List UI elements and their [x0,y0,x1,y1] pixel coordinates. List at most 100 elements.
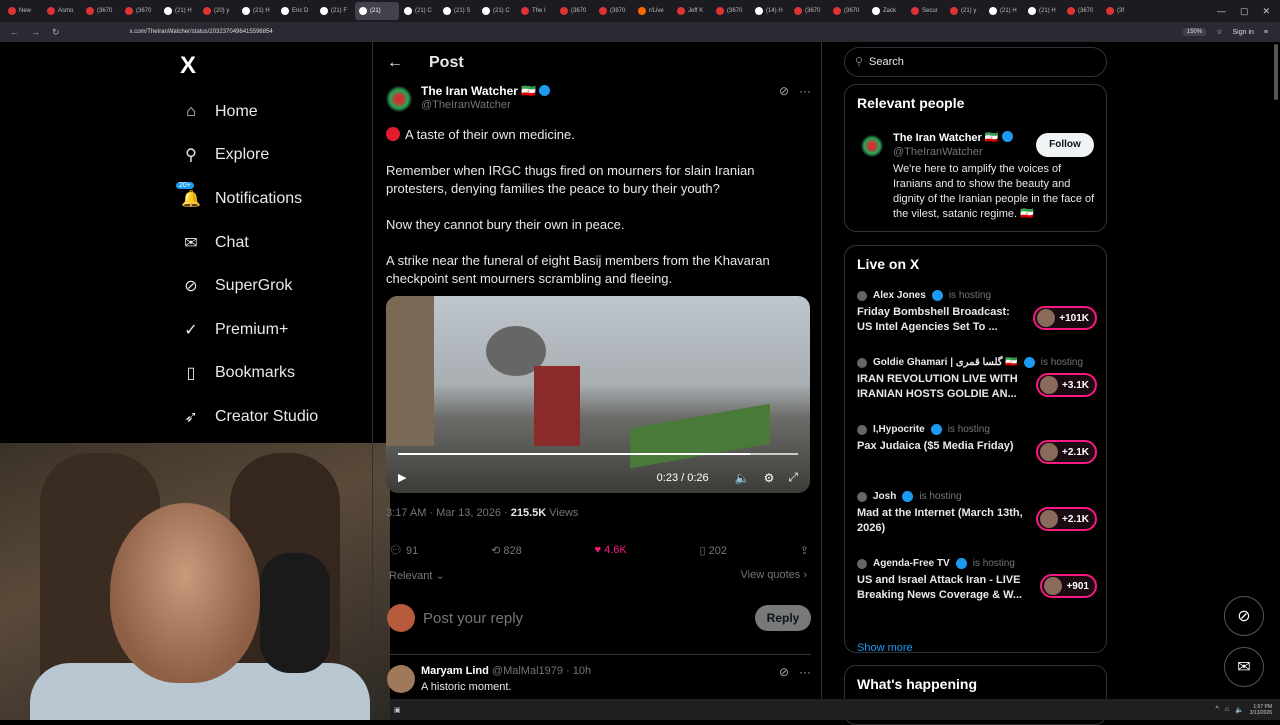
browser-tab[interactable]: Eric D [277,2,315,20]
browser-tab[interactable]: (3670 [82,2,120,20]
live-title[interactable]: Mad at the Internet (March 13th, 2026) [857,506,1027,536]
reply-stat[interactable]: 💬︎ 91 [389,544,418,557]
more-options-icon[interactable]: ··· [799,665,811,679]
live-item[interactable]: I,Hypocriteis hostingPax Judaica ($5 Med… [857,424,1097,454]
play-icon[interactable]: ▶ [398,471,406,484]
live-item[interactable]: Joshis hostingMad at the Internet (March… [857,491,1097,536]
browser-tab[interactable]: (20) y [199,2,237,20]
show-more-link[interactable]: Show more [857,642,913,654]
sidebar-item-supergrok[interactable]: ⊘SuperGrok [180,264,318,308]
bookmark-stat[interactable]: ▯ 202 [700,544,727,557]
live-listeners-pill[interactable]: +901 [1040,574,1097,598]
live-item[interactable]: Alex Jonesis hostingFriday Bombshell Bro… [857,290,1097,335]
share-icon[interactable]: ⇪ [800,544,809,557]
taskbar-app-icon[interactable]: ▣ [390,706,401,714]
reply-avatar[interactable] [387,665,415,693]
browser-tab[interactable]: (21) H [1024,2,1062,20]
browser-tab[interactable]: Secur [907,2,945,20]
grok-icon[interactable]: ⊘ [779,84,789,98]
grok-icon[interactable]: ⊘ [779,665,789,679]
browser-tab[interactable]: (21) [355,2,399,20]
messages-fab-icon[interactable]: ✉ [1224,647,1264,687]
view-quotes-link[interactable]: View quotes › [741,569,807,581]
x-logo[interactable]: X [180,52,196,80]
video-player[interactable]: ▶ 0:23 / 0:26 🔈 ⚙ ⤢ [386,296,810,493]
reply-author[interactable]: Maryam Lind @MalMal1979 · 10h [421,665,591,677]
browser-tab[interactable]: (3670 [829,2,867,20]
live-listeners-pill[interactable]: +2.1K [1036,440,1097,464]
author-name-row[interactable]: The Iran Watcher 🇮🇷 [421,84,550,98]
fullscreen-icon[interactable]: ⤢ [788,470,798,485]
live-title[interactable]: US and Israel Attack Iran - LIVE Breakin… [857,573,1027,603]
browser-tab[interactable]: (3670 [790,2,828,20]
browser-tab[interactable]: Zack [868,2,906,20]
reload-icon[interactable]: ↻ [52,27,60,38]
browser-tab[interactable]: (3f [1102,2,1140,20]
browser-tab[interactable]: (3670 [1063,2,1101,20]
live-host-name[interactable]: I,Hypocrite [873,424,925,435]
browser-tab[interactable]: (3670 [121,2,159,20]
person-name-row[interactable]: The Iran Watcher 🇮🇷 [893,131,1013,144]
browser-tab[interactable]: r/Live [634,2,672,20]
browser-tab[interactable]: The I [517,2,555,20]
live-item[interactable]: Goldie Ghamari | گلسا قمری 🇮🇷is hostingI… [857,357,1097,402]
author-name[interactable]: The Iran Watcher 🇮🇷 [421,84,536,98]
person-handle[interactable]: @TheIranWatcher [893,146,983,158]
browser-tab[interactable]: New [4,2,42,20]
forward-nav-icon[interactable]: → [31,27,40,38]
clock[interactable]: 1:57 PM 3/13/2026 [1250,704,1272,716]
sort-relevant-dropdown[interactable]: Relevant ⌄ [389,569,445,582]
reply-input[interactable]: Post your reply [423,610,523,627]
reply-author-name[interactable]: Maryam Lind [421,665,489,677]
grok-fab-icon[interactable]: ⊘ [1224,596,1264,636]
sidebar-item-premium[interactable]: ✓Premium+ [180,308,318,352]
live-title[interactable]: Friday Bombshell Broadcast: US Intel Age… [857,305,1027,335]
video-progress-bar[interactable] [398,453,798,455]
url-field[interactable]: x.com/TheIranWatcher/status/203237049641… [130,29,273,35]
maximize-icon[interactable]: ▢ [1240,6,1249,17]
live-title[interactable]: Pax Judaica ($5 Media Friday) [857,439,1027,454]
search-input[interactable]: ⚲ Search [844,47,1107,77]
network-icon[interactable]: ⌂ [1225,706,1229,713]
live-listeners-pill[interactable]: +101K [1033,306,1097,330]
post-timestamp[interactable]: 3:17 AM · Mar 13, 2026 · [386,507,511,519]
browser-tab[interactable]: Asmo [43,2,81,20]
close-window-icon[interactable]: ✕ [1262,6,1270,17]
live-title[interactable]: IRAN REVOLUTION LIVE WITH IRANIAN HOSTS … [857,372,1027,402]
like-stat[interactable]: ♥ 4.6K [594,544,626,557]
signin-button[interactable]: Sign in [1233,29,1254,36]
tray-chevron-icon[interactable]: ^ [1216,706,1219,713]
author-avatar[interactable] [386,86,412,112]
page-scrollbar[interactable] [1274,44,1278,100]
person-avatar[interactable] [861,135,883,157]
browser-tab[interactable]: Jeff K [673,2,711,20]
browser-tab[interactable]: (21) S [439,2,477,20]
reply-button[interactable]: Reply [755,605,811,631]
sidebar-item-bookmarks[interactable]: ▯Bookmarks [180,352,318,396]
live-host-name[interactable]: Goldie Ghamari | گلسا قمری 🇮🇷 [873,357,1018,368]
repost-stat[interactable]: ⟲ 828 [491,544,522,557]
browser-tab[interactable]: (21) F [316,2,354,20]
browser-tab[interactable]: (21) y [946,2,984,20]
browser-tab[interactable]: (21) H [985,2,1023,20]
sidebar-item-explore[interactable]: ⚲Explore [180,134,318,178]
back-nav-icon[interactable]: ← [10,27,19,38]
sidebar-item-home[interactable]: ⌂Home [180,90,318,134]
volume-tray-icon[interactable]: 🔈 [1235,706,1244,714]
live-host-name[interactable]: Alex Jones [873,290,926,301]
browser-tab[interactable]: (3670 [712,2,750,20]
person-name[interactable]: The Iran Watcher 🇮🇷 [893,132,999,144]
live-host-name[interactable]: Josh [873,491,896,502]
live-host-name[interactable]: Agenda-Free TV [873,558,950,569]
back-arrow-icon[interactable]: ← [387,54,403,72]
browser-tab[interactable]: (14) H [751,2,789,20]
sidebar-item-creator-studio[interactable]: ➶Creator Studio [180,395,318,439]
browser-tab[interactable]: (3670 [595,2,633,20]
live-listeners-pill[interactable]: +3.1K [1036,373,1097,397]
browser-tab[interactable]: (21) H [238,2,276,20]
follow-button[interactable]: Follow [1036,133,1094,157]
settings-gear-icon[interactable]: ⚙ [764,471,775,485]
sidebar-item-notifications[interactable]: 🔔20+Notifications [180,177,318,221]
live-item[interactable]: Agenda-Free TVis hostingUS and Israel At… [857,558,1097,603]
browser-tab[interactable]: (21) H [160,2,198,20]
